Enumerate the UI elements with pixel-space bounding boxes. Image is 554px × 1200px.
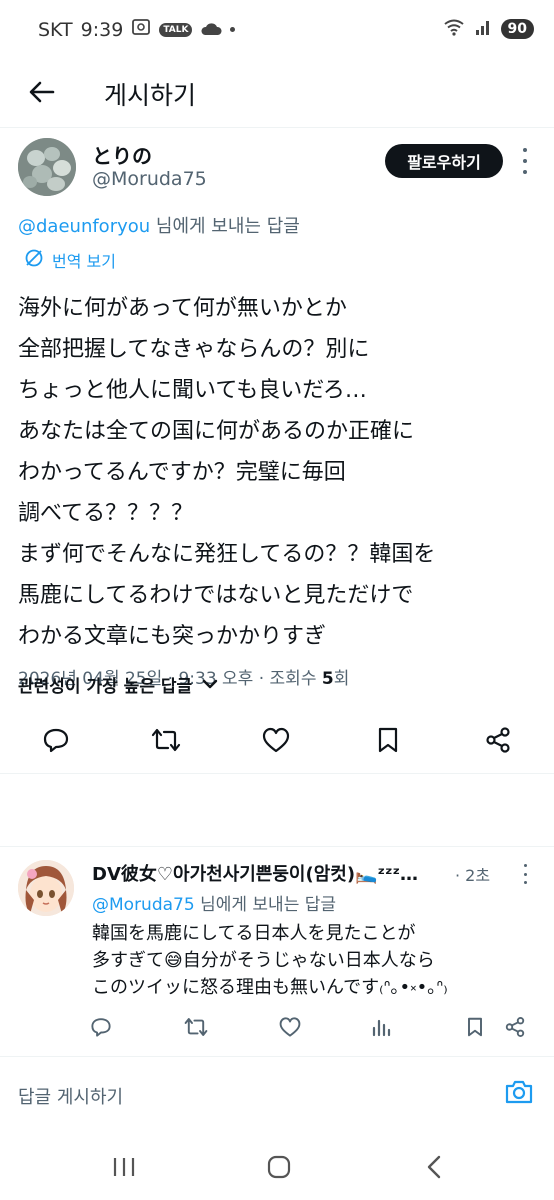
- reply-reply-to-line: @Moruda75 님에게 보내는 답글: [92, 890, 336, 915]
- reply-more-options-icon[interactable]: [518, 864, 532, 884]
- translate-label: 번역 보기: [52, 252, 116, 271]
- post-text: 海外に何があって何が無いかとか 全部把握してなきゃならんの？別に ちょっと他人に…: [18, 296, 436, 649]
- status-right: 90: [443, 18, 534, 40]
- page-title: 게시하기: [104, 81, 197, 110]
- reply-views-icon[interactable]: [368, 1014, 394, 1040]
- translate-icon: [24, 248, 44, 272]
- screenshot-icon: [131, 18, 151, 41]
- talk-notification-icon: TALK: [159, 22, 193, 37]
- arrow-left-icon: [29, 81, 55, 107]
- reply-input[interactable]: 답글 게시하기: [18, 1083, 123, 1109]
- reply-actions: [0, 1014, 554, 1046]
- author-name[interactable]: とりの: [92, 140, 152, 169]
- reply-text: 韓国を馬鹿にしてる日本人を見たことが 多すぎて😅自分がそうじゃない日本人なら こ…: [92, 923, 448, 998]
- reply-retweet-icon[interactable]: [183, 1014, 209, 1040]
- reply-bookmark-icon[interactable]: [462, 1014, 488, 1040]
- reply-icon[interactable]: [38, 722, 74, 758]
- back-nav-button[interactable]: [414, 1150, 454, 1184]
- app-header: 게시하기: [0, 62, 554, 128]
- clock: 9:39: [80, 18, 124, 41]
- dot-indicator-icon: [230, 27, 236, 32]
- reply-sort-selector[interactable]: 관련성이 가장 높은 답글: [18, 672, 218, 697]
- home-button[interactable]: [259, 1150, 299, 1184]
- view-suffix: 회: [333, 669, 350, 689]
- carrier-label: SKT: [38, 18, 73, 41]
- divider: [0, 846, 554, 847]
- reply-reply-to-mention[interactable]: @Moruda75: [92, 895, 195, 915]
- view-count: 5: [321, 669, 334, 689]
- retweet-icon[interactable]: [148, 722, 184, 758]
- chevron-down-icon: [202, 675, 218, 695]
- author-avatar[interactable]: [18, 138, 76, 196]
- back-button[interactable]: [20, 72, 64, 116]
- recent-apps-button[interactable]: [104, 1150, 144, 1184]
- status-left: SKT 9:39 TALK: [38, 18, 236, 41]
- follow-button[interactable]: 팔로우하기: [385, 144, 503, 178]
- reply-reply-to-suffix: 님에게 보내는 답글: [194, 895, 337, 915]
- cloud-icon: [200, 19, 222, 41]
- reply-to-line: @daeunforyou 님에게 보내는 답글: [18, 212, 300, 238]
- translate-button[interactable]: 번역 보기: [24, 248, 116, 272]
- reply-reply-icon[interactable]: [88, 1014, 114, 1040]
- status-bar: SKT 9:39 TALK 90: [0, 0, 554, 62]
- system-nav-bar: [0, 1130, 554, 1200]
- reply-share-icon[interactable]: [502, 1014, 528, 1040]
- camera-button[interactable]: [502, 1077, 536, 1111]
- reply-like-icon[interactable]: [277, 1014, 303, 1040]
- bookmark-icon[interactable]: [370, 722, 406, 758]
- wifi-icon: [443, 18, 465, 40]
- reply-author-name[interactable]: DV彼女♡아가천사기쁜둥이(암컷)🛌ᶻᶻᶻ…: [92, 860, 452, 886]
- camera-icon: [504, 1079, 534, 1109]
- reply-author-avatar[interactable]: [18, 860, 74, 916]
- sort-label: 관련성이 가장 높은 답글: [18, 677, 193, 697]
- reply-compose-bar: 답글 게시하기: [0, 1056, 554, 1130]
- reply-to-mention[interactable]: @daeunforyou: [18, 216, 150, 237]
- author-handle[interactable]: @Moruda75: [92, 168, 207, 190]
- reply-to-suffix: 님에게 보내는 답글: [150, 216, 300, 237]
- more-options-icon[interactable]: [516, 148, 534, 174]
- like-icon[interactable]: [258, 722, 294, 758]
- signal-icon: [475, 18, 491, 40]
- battery-indicator: 90: [500, 19, 534, 39]
- reply-time: · 2초: [455, 866, 491, 885]
- share-icon[interactable]: [480, 722, 516, 758]
- post-actions: [0, 722, 554, 774]
